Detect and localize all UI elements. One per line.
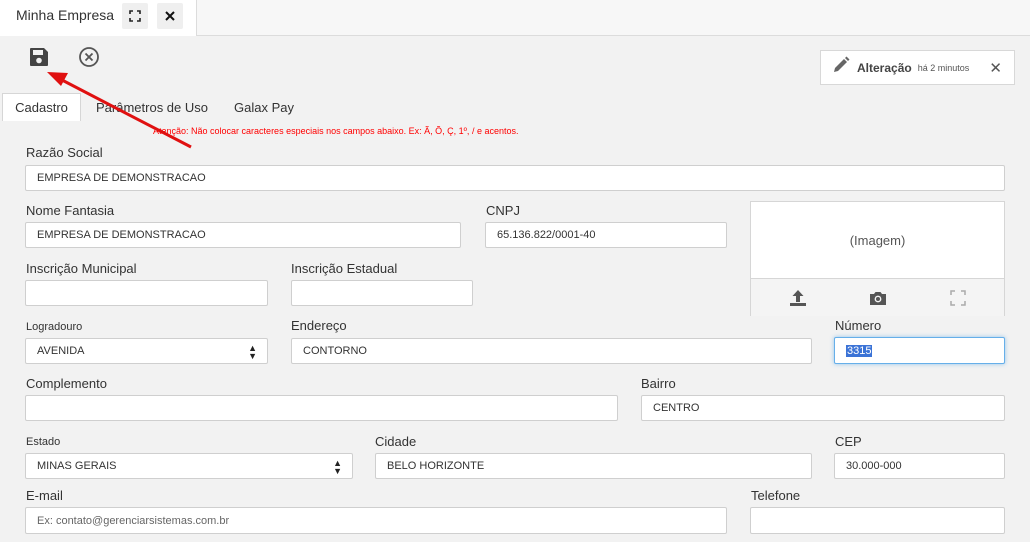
numero-field[interactable]: 3315 bbox=[834, 337, 1005, 364]
numero-label: Número bbox=[835, 318, 882, 333]
logradouro-label: Logradouro bbox=[26, 321, 83, 333]
inscricao-municipal-label: Inscrição Municipal bbox=[26, 261, 137, 276]
bairro-value: CENTRO bbox=[653, 402, 700, 414]
telefone-label: Telefone bbox=[751, 488, 801, 503]
cnpj-value: 65.136.822/0001-40 bbox=[497, 229, 596, 241]
email-label: E-mail bbox=[26, 488, 63, 503]
endereco-label: Endereço bbox=[291, 318, 347, 333]
estado-select[interactable]: MINAS GERAIS ▲ ▼ bbox=[25, 453, 353, 479]
expand-icon[interactable] bbox=[945, 285, 971, 311]
camera-icon[interactable] bbox=[865, 285, 891, 311]
endereco-value: CONTORNO bbox=[303, 345, 367, 357]
cep-label: CEP bbox=[835, 434, 862, 449]
cnpj-label: CNPJ bbox=[486, 203, 520, 218]
complemento-field[interactable] bbox=[25, 395, 618, 421]
estado-label: Estado bbox=[26, 436, 61, 448]
cep-field[interactable]: 30.000-000 bbox=[834, 453, 1005, 479]
email-placeholder: Ex: contato@gerenciarsistemas.com.br bbox=[37, 514, 230, 527]
bairro-field[interactable]: CENTRO bbox=[641, 395, 1005, 421]
estado-value: MINAS GERAIS bbox=[37, 460, 117, 472]
caret-updown-icon: ▲ ▼ bbox=[248, 343, 257, 361]
image-actions-bar bbox=[751, 278, 1004, 316]
caret-updown-icon: ▲ ▼ bbox=[333, 458, 342, 476]
nome-fantasia-label: Nome Fantasia bbox=[26, 203, 115, 218]
cnpj-field[interactable]: 65.136.822/0001-40 bbox=[485, 222, 727, 248]
cidade-value: BELO HORIZONTE bbox=[387, 460, 485, 472]
email-field[interactable]: Ex: contato@gerenciarsistemas.com.br bbox=[25, 507, 727, 534]
inscricao-estadual-field[interactable] bbox=[291, 280, 473, 306]
cidade-label: Cidade bbox=[375, 434, 417, 449]
endereco-field[interactable]: CONTORNO bbox=[291, 338, 812, 364]
image-placeholder-label: (Imagem) bbox=[849, 233, 906, 248]
numero-value: 3315 bbox=[846, 344, 873, 357]
logradouro-value: AVENIDA bbox=[37, 345, 85, 357]
razao-social-field[interactable]: EMPRESA DE DEMONSTRACAO bbox=[25, 165, 1005, 191]
telefone-field[interactable] bbox=[750, 507, 1005, 534]
razao-social-label: Razão Social bbox=[26, 145, 103, 160]
inscricao-municipal-field[interactable] bbox=[25, 280, 268, 306]
cidade-field[interactable]: BELO HORIZONTE bbox=[375, 453, 812, 479]
cep-value: 30.000-000 bbox=[846, 460, 902, 472]
complemento-label: Complemento bbox=[26, 376, 107, 391]
nome-fantasia-value: EMPRESA DE DEMONSTRACAO bbox=[37, 229, 206, 241]
logradouro-select[interactable]: AVENIDA ▲ ▼ bbox=[25, 338, 268, 364]
upload-icon[interactable] bbox=[785, 285, 811, 311]
razao-social-value: EMPRESA DE DEMONSTRACAO bbox=[37, 172, 206, 184]
company-image-panel: (Imagem) bbox=[750, 201, 1005, 316]
inscricao-estadual-label: Inscrição Estadual bbox=[291, 261, 398, 276]
nome-fantasia-field[interactable]: EMPRESA DE DEMONSTRACAO bbox=[25, 222, 461, 248]
bairro-label: Bairro bbox=[641, 376, 676, 391]
